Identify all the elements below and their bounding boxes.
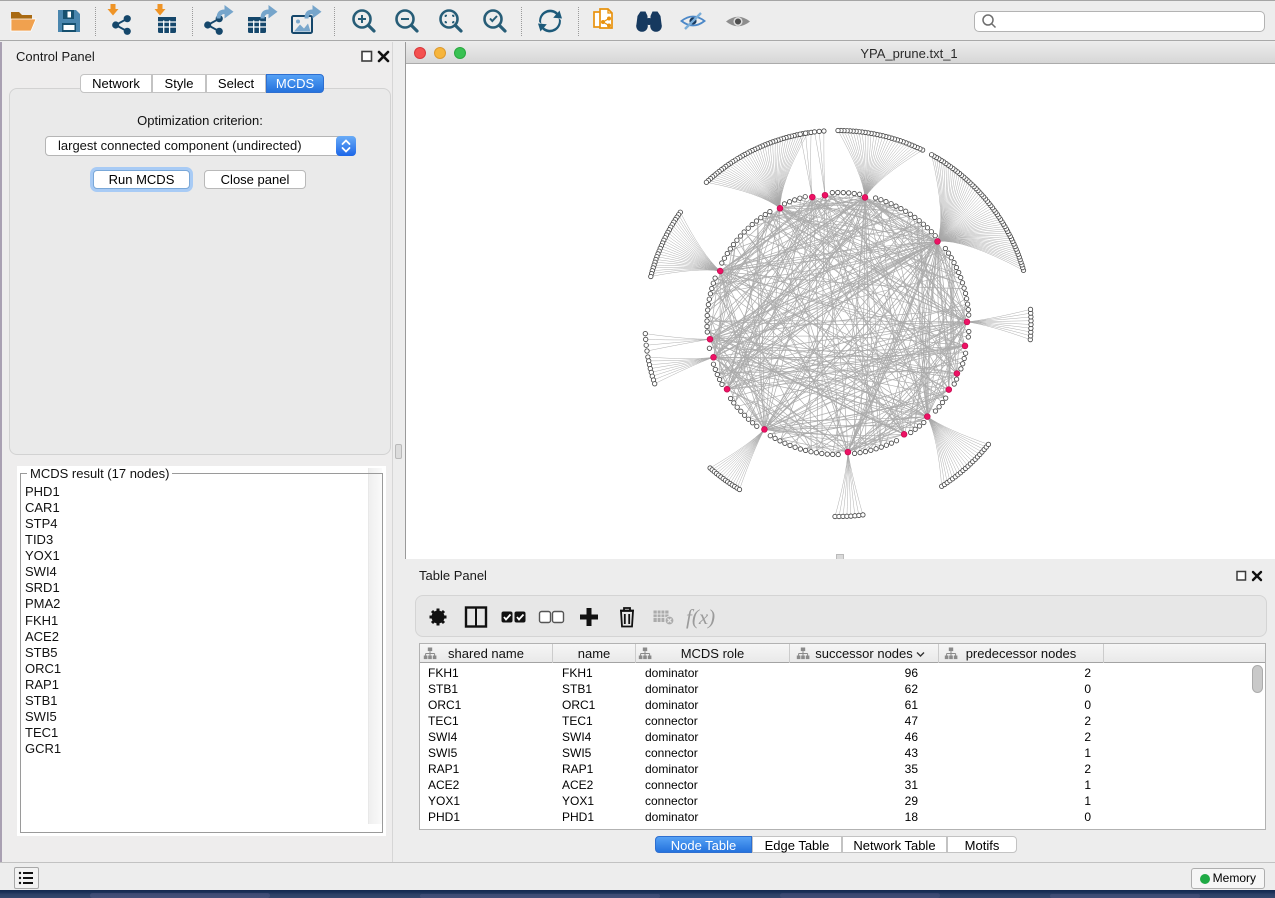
svg-text:f(x): f(x) [686, 605, 715, 629]
